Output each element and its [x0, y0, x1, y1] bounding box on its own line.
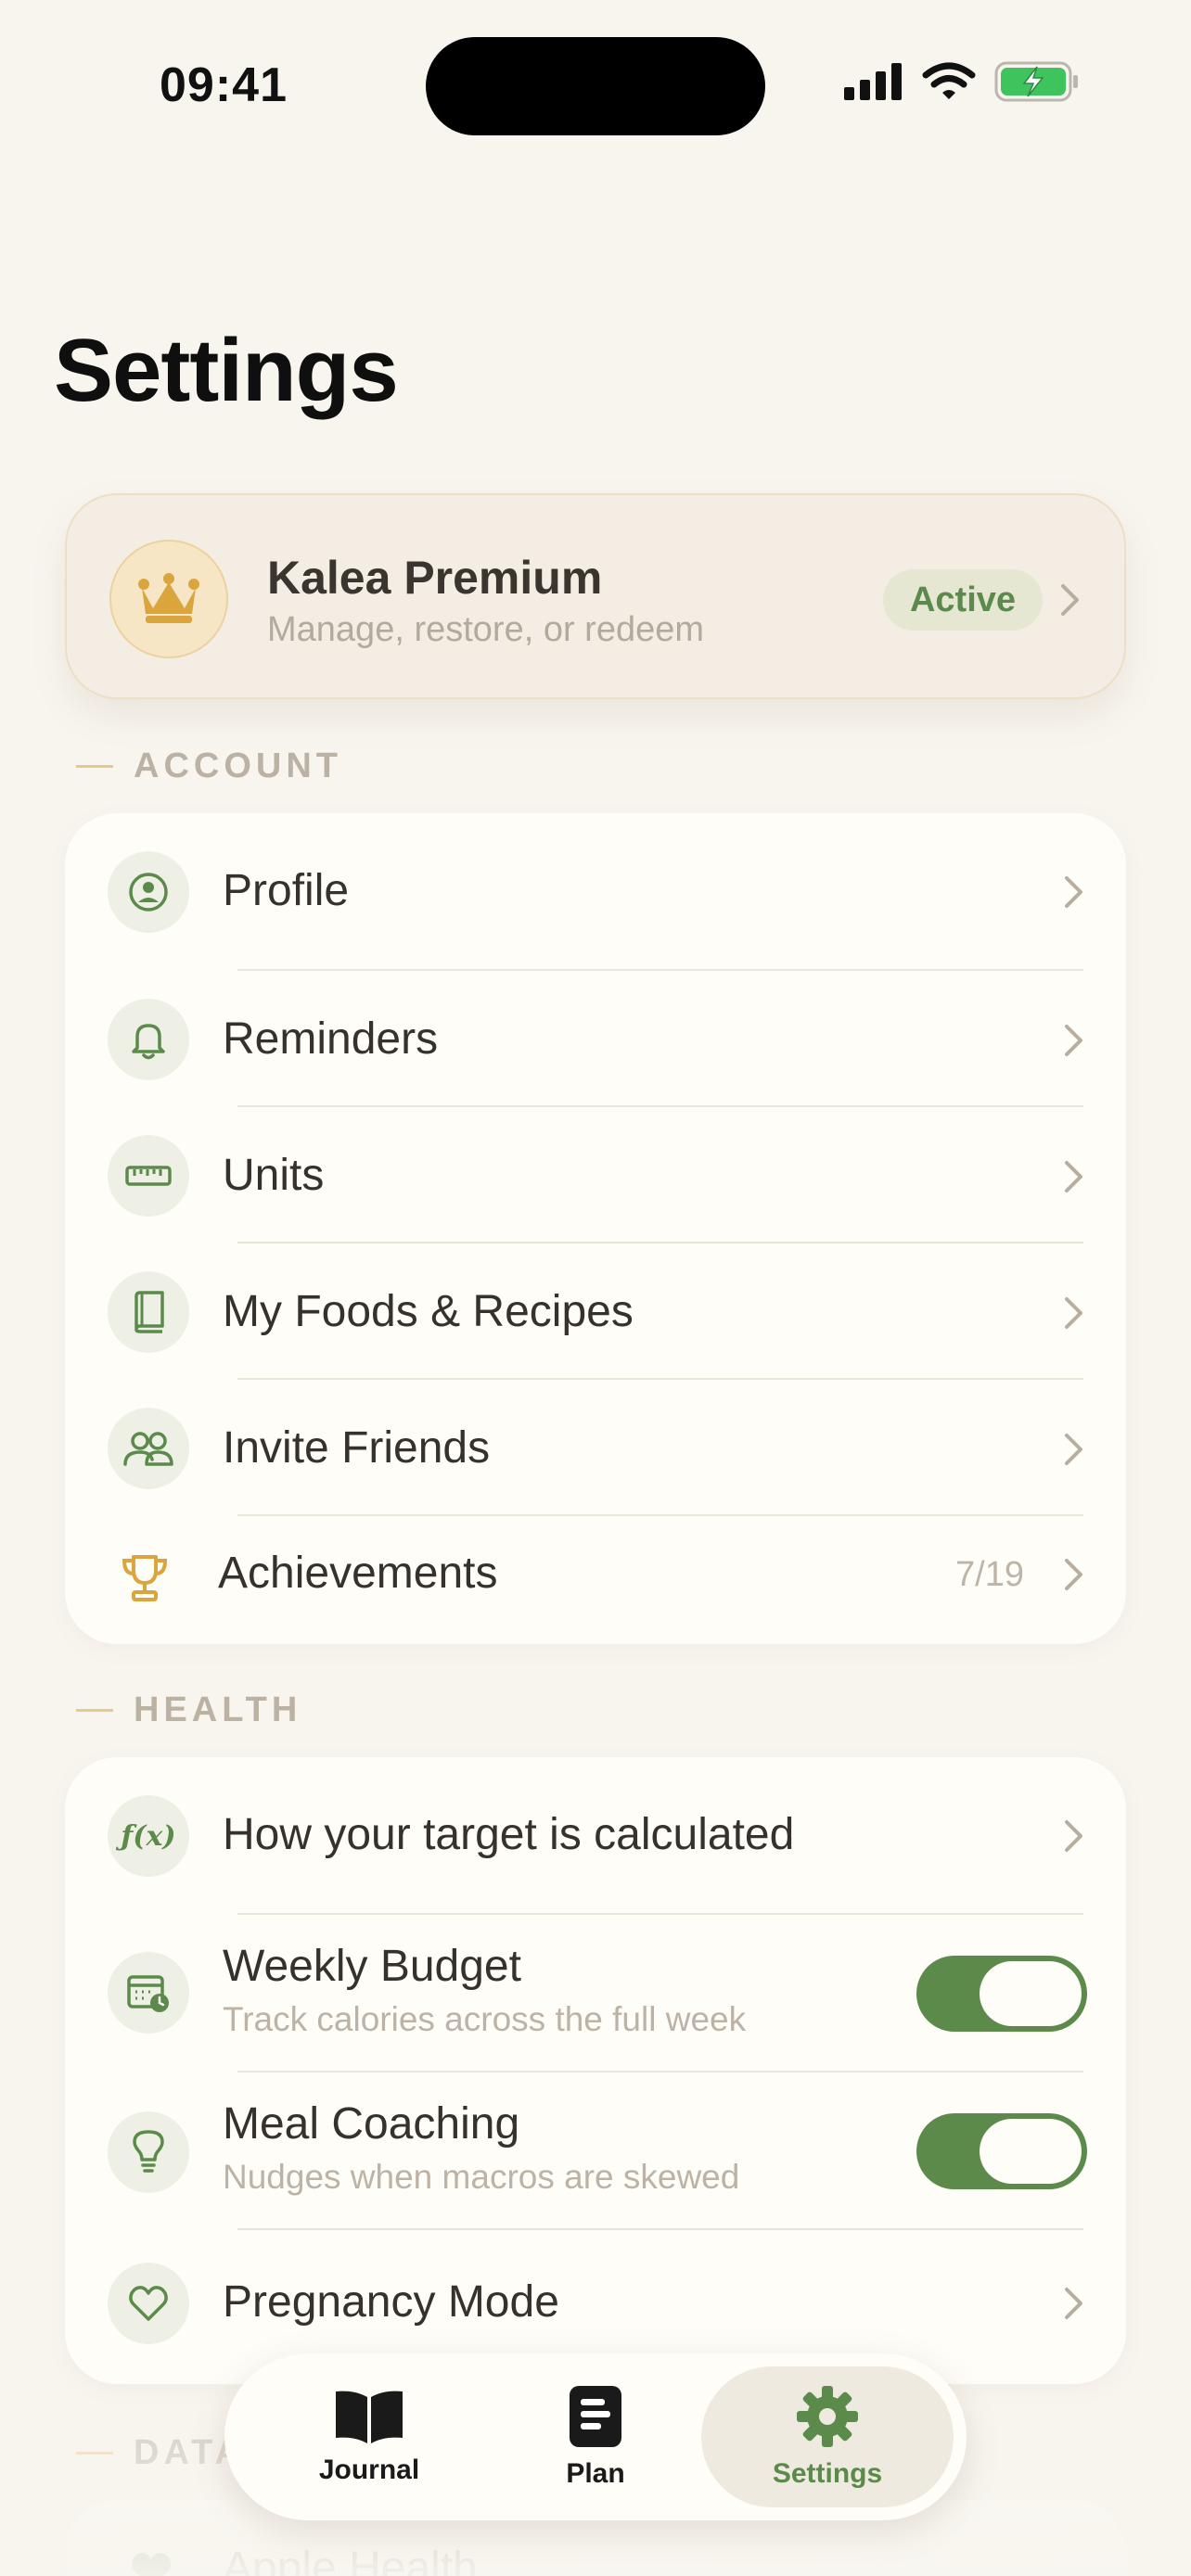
health-card: ƒ(x) How your target is calculated Weekl…: [65, 1757, 1126, 2384]
premium-status-badge: Active: [883, 569, 1043, 631]
chevron-right-icon: [1065, 1297, 1082, 1329]
clipboard-icon: [570, 2386, 621, 2447]
row-label: Units: [223, 1151, 325, 1200]
crown-icon: [138, 573, 199, 623]
trophy-icon: [122, 1555, 168, 1601]
row-icon-badge: [108, 1952, 189, 2034]
chevron-right-icon: [1065, 1434, 1082, 1465]
settings-row-reminders[interactable]: Reminders: [65, 971, 1126, 1107]
book-icon: [134, 1291, 164, 1333]
section-header-health: HEALTH: [76, 1690, 301, 1730]
section-dash: [76, 765, 113, 768]
account-card: Profile Reminders Units My Foods & Recip…: [65, 813, 1126, 1644]
chevron-right-icon: [1065, 1820, 1082, 1852]
wifi-icon: [922, 62, 976, 99]
settings-row-invite-friends[interactable]: Invite Friends: [65, 1380, 1126, 1516]
settings-row-weekly-budget: Weekly Budget Track calories across the …: [65, 1915, 1126, 2072]
row-label: Reminders: [223, 1014, 439, 1064]
row-label: Apple Health: [223, 2544, 478, 2576]
achievements-count: 7/19: [955, 1555, 1024, 1594]
section-label: ACCOUNT: [134, 746, 342, 785]
row-icon-badge: [108, 1408, 189, 1489]
toggle-knob: [980, 2119, 1082, 2184]
row-label: Achievements: [218, 1549, 498, 1598]
person-icon: [129, 873, 168, 912]
row-icon-badge: [108, 2263, 189, 2344]
settings-row-meal-coaching: Meal Coaching Nudges when macros are ske…: [65, 2072, 1126, 2230]
settings-row-target-calculation[interactable]: ƒ(x) How your target is calculated: [65, 1757, 1126, 1915]
gear-icon: [797, 2386, 858, 2447]
row-label: Profile: [223, 866, 350, 915]
chevron-right-icon: [1065, 2288, 1082, 2319]
premium-subtitle: Manage, restore, or redeem: [267, 610, 705, 649]
battery-charging-icon: [994, 61, 1078, 102]
chevron-right-icon: [1065, 876, 1082, 908]
row-label: Weekly Budget: [223, 1942, 521, 1991]
page-title: Settings: [54, 321, 399, 420]
settings-screen: 09:41 Settings Kalea Premium Manage, res…: [0, 0, 1191, 2576]
section-dash: [76, 1709, 113, 1712]
heart-icon: [129, 2286, 168, 2321]
tab-settings[interactable]: Settings: [735, 2353, 920, 2520]
open-book-icon: [336, 2391, 403, 2443]
settings-row-units[interactable]: Units: [65, 1107, 1126, 1243]
premium-title: Kalea Premium: [267, 552, 603, 604]
settings-row-my-foods[interactable]: My Foods & Recipes: [65, 1243, 1126, 1380]
row-label: Pregnancy Mode: [223, 2277, 559, 2327]
calendar-clock-icon: [127, 1975, 169, 2012]
section-label: HEALTH: [134, 1690, 302, 1729]
tab-bar: Journal Plan Settings: [224, 2353, 967, 2520]
weekly-budget-toggle[interactable]: [916, 1956, 1087, 2032]
cellular-signal-icon: [844, 63, 902, 100]
chevron-right-icon: [1061, 584, 1079, 616]
row-icon-badge: [108, 851, 189, 933]
row-icon-badge: [108, 2111, 189, 2193]
row-icon-badge: ƒ(x): [108, 1795, 189, 1877]
status-time: 09:41: [160, 58, 288, 112]
section-header-data: DATA: [76, 2433, 245, 2473]
settings-row-profile[interactable]: Profile: [65, 813, 1126, 971]
row-icon-badge: [108, 1271, 189, 1353]
premium-card[interactable]: Kalea Premium Manage, restore, or redeem…: [65, 493, 1126, 699]
row-subtitle: Nudges when macros are skewed: [223, 2158, 740, 2196]
row-label: Invite Friends: [223, 1423, 491, 1473]
dynamic-island: [426, 37, 765, 135]
chevron-right-icon: [1065, 1559, 1082, 1590]
row-label: My Foods & Recipes: [223, 1287, 634, 1336]
tab-label: Journal: [318, 2455, 420, 2485]
function-icon: ƒ(x): [121, 1819, 176, 1853]
settings-row-achievements[interactable]: Achievements 7/19: [65, 1516, 1126, 1644]
row-label: Meal Coaching: [223, 2099, 520, 2149]
chevron-right-icon: [1065, 1161, 1082, 1192]
chevron-right-icon: [1065, 1025, 1082, 1056]
ruler-icon: [125, 1166, 172, 1186]
section-header-account: ACCOUNT: [76, 746, 342, 786]
people-icon: [123, 1432, 173, 1466]
tab-label: Plan: [566, 2458, 625, 2489]
status-icons: [842, 61, 1080, 102]
row-icon-badge: [108, 999, 189, 1080]
tab-journal[interactable]: Journal: [276, 2353, 462, 2520]
tab-label: Settings: [772, 2458, 883, 2489]
meal-coaching-toggle[interactable]: [916, 2113, 1087, 2189]
toggle-knob: [980, 1961, 1082, 2026]
bell-icon: [132, 1024, 165, 1060]
row-subtitle: Track calories across the full week: [223, 2000, 747, 2038]
heart-icon: [131, 2553, 172, 2576]
tab-plan[interactable]: Plan: [503, 2353, 688, 2520]
row-icon-badge: [108, 1135, 189, 1217]
section-dash: [76, 2452, 113, 2455]
row-label: How your target is calculated: [223, 1810, 795, 1859]
lightbulb-icon: [133, 2130, 164, 2173]
premium-icon-badge: [109, 540, 228, 658]
